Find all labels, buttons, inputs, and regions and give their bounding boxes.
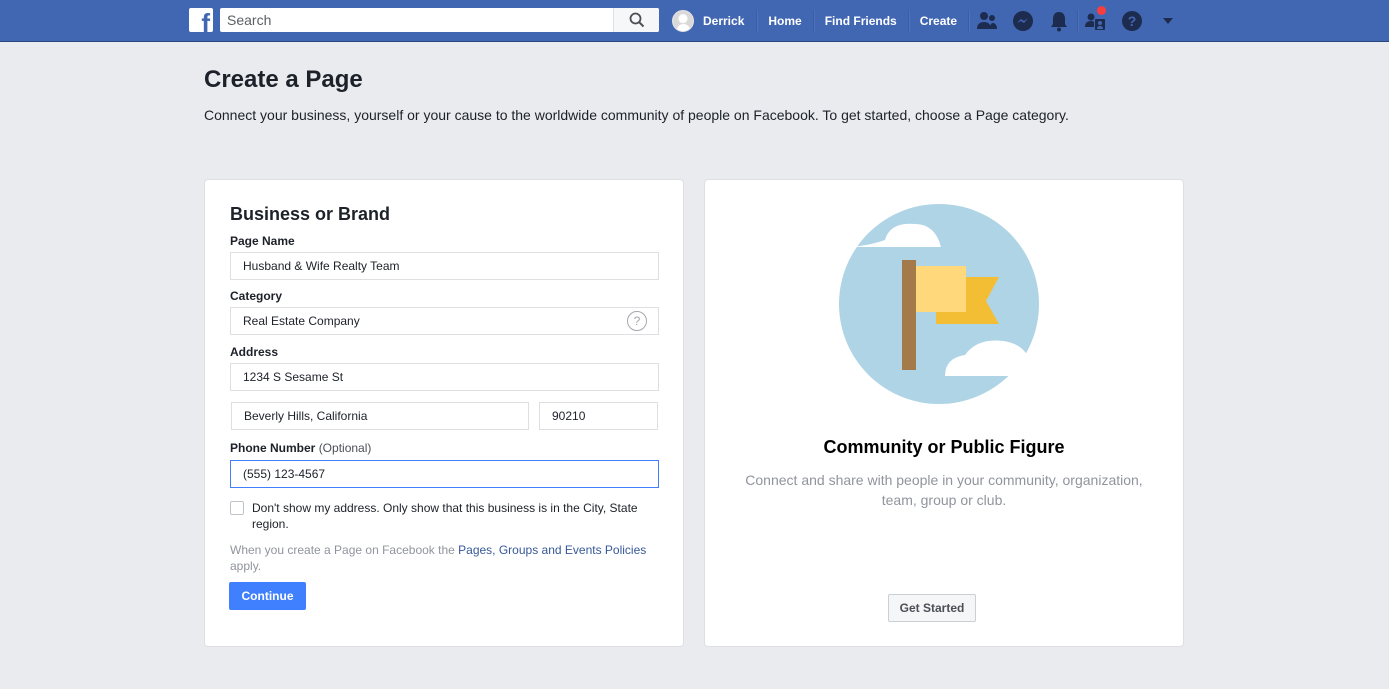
user-name: Derrick [703, 14, 745, 28]
svg-text:?: ? [1128, 13, 1137, 29]
business-or-brand-card: Business or Brand Page Name Category ? A… [204, 179, 684, 647]
messenger-icon [1013, 11, 1034, 31]
policies-link[interactable]: Pages, Groups and Events Policies [458, 543, 646, 557]
profile-link[interactable]: Derrick [670, 0, 756, 42]
dropdown-caret-icon [1163, 18, 1174, 24]
top-navigation-bar: f Derrick Home Find Friends Create [0, 0, 1389, 42]
help-icon: ? [1122, 11, 1143, 31]
category-input[interactable] [231, 314, 658, 328]
community-description: Connect and share with people in your co… [745, 472, 1143, 508]
help-button[interactable]: ? [1114, 0, 1150, 42]
search-bar [220, 8, 659, 32]
friend-requests-button[interactable] [969, 0, 1005, 42]
community-or-public-figure-card: Community or Public Figure Connect and s… [704, 179, 1184, 647]
notification-badge [1097, 6, 1107, 15]
policy-notice: When you create a Page on Facebook the P… [230, 542, 660, 574]
policy-prefix: When you create a Page on Facebook the [230, 543, 459, 557]
nav-home[interactable]: Home [757, 0, 812, 42]
phone-label: Phone Number (Optional) [230, 441, 371, 455]
phone-label-text: Phone Number [230, 441, 316, 455]
account-menu-button[interactable] [1150, 0, 1186, 42]
nav-right: Derrick Home Find Friends Create ? [670, 0, 1186, 42]
phone-input[interactable] [231, 467, 658, 481]
flag-illustration [839, 204, 1051, 404]
nav-create[interactable]: Create [909, 0, 968, 42]
city-state-field [231, 402, 529, 430]
facebook-logo[interactable]: f [189, 8, 213, 32]
category-field: ? [230, 307, 659, 335]
notifications-button[interactable] [1041, 0, 1077, 42]
community-title: Community or Public Figure [823, 437, 1065, 457]
street-address-input[interactable] [231, 370, 658, 384]
page-title: Create a Page [204, 66, 363, 93]
page-name-input[interactable] [231, 259, 658, 273]
search-button[interactable] [613, 8, 659, 32]
get-started-button[interactable]: Get Started [888, 594, 976, 622]
phone-optional-text: (Optional) [318, 441, 372, 455]
search-input[interactable] [220, 8, 613, 32]
city-state-input[interactable] [232, 409, 528, 423]
address-label: Address [230, 345, 279, 359]
hide-address-label: Don't show my address. Only show that th… [252, 501, 638, 531]
groups-button[interactable] [1078, 0, 1114, 42]
hide-address-checkbox[interactable] [230, 501, 244, 515]
phone-field [230, 460, 659, 488]
flag-front [916, 266, 966, 312]
friend-requests-icon [977, 12, 998, 29]
category-help-icon[interactable]: ? [627, 311, 647, 331]
category-label: Category [230, 289, 283, 303]
continue-button[interactable]: Continue [229, 582, 306, 610]
zip-field [539, 402, 658, 430]
zip-input[interactable] [540, 409, 657, 423]
nav-find-friends[interactable]: Find Friends [814, 0, 908, 42]
avatar [672, 10, 694, 32]
messenger-button[interactable] [1005, 0, 1041, 42]
page-name-label: Page Name [230, 234, 295, 248]
street-address-field [230, 363, 659, 391]
page-subtitle: Connect your business, yourself or your … [204, 107, 1069, 123]
card-title: Business or Brand [230, 204, 391, 224]
flag-pole [902, 260, 916, 370]
search-icon [629, 12, 644, 28]
page-name-field [230, 252, 659, 280]
notifications-icon [1051, 12, 1068, 32]
policy-suffix: apply. [230, 559, 262, 573]
